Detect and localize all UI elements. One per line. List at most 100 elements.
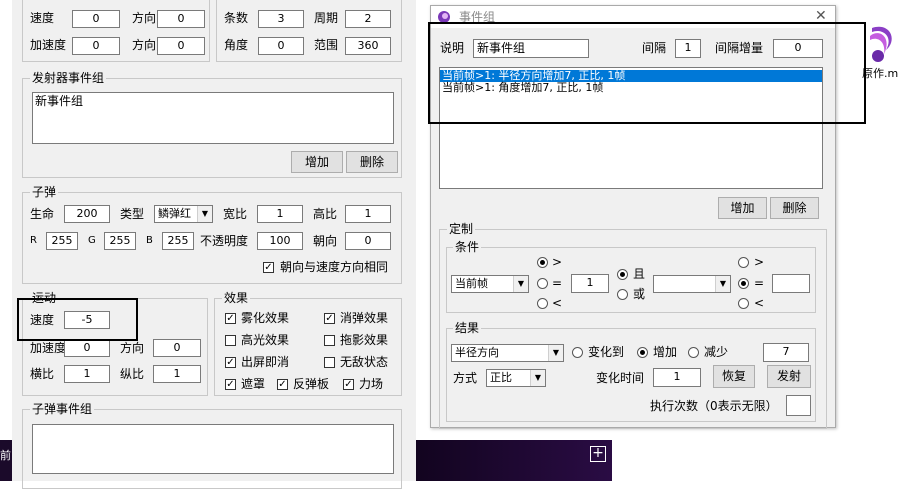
period-label: 周期 xyxy=(314,11,339,25)
g-field[interactable]: 255 xyxy=(104,232,136,250)
emitter-delete-button[interactable]: 删除 xyxy=(346,151,398,173)
fog-checkbox[interactable]: ✓ xyxy=(225,313,236,324)
bullet-properties-panel: 速度 0 方向 0 加速度 0 方向 0 条数 3 周期 2 角度 0 范围 3… xyxy=(12,0,416,489)
range-field[interactable]: 360 xyxy=(345,37,391,55)
condition-var-select[interactable]: 当前帧 ▼ xyxy=(451,275,529,293)
r-field[interactable]: 255 xyxy=(46,232,78,250)
type-select-value: 鳞弹红 xyxy=(158,207,191,220)
scale-y-label: 纵比 xyxy=(120,367,145,381)
type-label: 类型 xyxy=(120,207,145,221)
emitter-events-list[interactable]: 新事件组 xyxy=(32,92,394,144)
op2-eq-label: = xyxy=(754,276,765,290)
life-field[interactable]: 200 xyxy=(64,205,110,223)
rebound-checkbox[interactable]: ✓ xyxy=(277,379,288,390)
mask-label: 遮罩 xyxy=(241,377,266,391)
mode-value: 正比 xyxy=(490,371,512,384)
accel-label: 加速度 xyxy=(30,341,67,355)
scale-x-label: 横比 xyxy=(30,367,55,381)
period-field[interactable]: 2 xyxy=(345,10,391,28)
b-label: B xyxy=(146,235,153,246)
width-ratio-field[interactable]: 1 xyxy=(257,205,303,223)
result-value-field[interactable]: 7 xyxy=(763,343,809,362)
invincible-checkbox[interactable] xyxy=(324,357,335,368)
accel-dir-field[interactable]: 0 xyxy=(153,339,201,357)
exec-count-label: 执行次数（0表示无限） xyxy=(650,399,778,413)
op2-eq-radio[interactable] xyxy=(738,278,749,289)
increase-label: 增加 xyxy=(653,345,678,359)
event-list-highlight-box xyxy=(428,22,866,124)
count-field[interactable]: 3 xyxy=(258,10,304,28)
decrease-radio[interactable] xyxy=(688,347,699,358)
scale-y-field[interactable]: 1 xyxy=(153,365,201,383)
top-accel-label: 加速度 xyxy=(30,38,67,52)
g-label: G xyxy=(88,235,96,246)
top-accel-dir-field[interactable]: 0 xyxy=(157,37,205,55)
chevron-down-icon[interactable]: ▼ xyxy=(548,345,563,361)
event-delete-button[interactable]: 删除 xyxy=(770,197,819,219)
offscreen-label: 出屏即消 xyxy=(241,355,290,369)
change-to-radio[interactable] xyxy=(572,347,583,358)
logo-caption: 原作.m xyxy=(862,67,898,80)
mode-select[interactable]: 正比 ▼ xyxy=(486,369,546,387)
mask-checkbox[interactable]: ✓ xyxy=(225,379,236,390)
condition-title: 条件 xyxy=(453,240,482,254)
op2-lt-radio[interactable] xyxy=(738,298,749,309)
game-canvas-bottom xyxy=(416,440,612,481)
logo-icon xyxy=(864,22,898,64)
decrease-label: 减少 xyxy=(704,345,729,359)
increase-radio[interactable] xyxy=(637,347,648,358)
event-add-button[interactable]: 增加 xyxy=(718,197,767,219)
condition-var2-select[interactable]: ▼ xyxy=(653,275,731,293)
condition-value-field[interactable]: 1 xyxy=(571,274,609,293)
chevron-down-icon[interactable]: ▼ xyxy=(197,206,212,222)
trail-checkbox[interactable] xyxy=(324,335,335,346)
chevron-down-icon[interactable]: ▼ xyxy=(513,276,528,292)
angle-field[interactable]: 0 xyxy=(258,37,304,55)
or-radio[interactable] xyxy=(617,289,628,300)
op2-lt-label: < xyxy=(754,296,765,310)
highlight-label: 高光效果 xyxy=(241,333,290,347)
b-field[interactable]: 255 xyxy=(162,232,194,250)
fire-button[interactable]: 发射 xyxy=(767,365,811,388)
type-select[interactable]: 鳞弹红 ▼ xyxy=(154,205,213,223)
force-checkbox[interactable]: ✓ xyxy=(343,379,354,390)
condition-value2-field[interactable] xyxy=(772,274,810,293)
facing-field[interactable]: 0 xyxy=(345,232,391,250)
vanish-checkbox[interactable]: ✓ xyxy=(324,313,335,324)
facing-checkbox[interactable]: ✓ xyxy=(263,262,274,273)
chevron-down-icon[interactable]: ▼ xyxy=(715,276,730,292)
op-lt-radio[interactable] xyxy=(537,298,548,309)
result-var-value: 半径方向 xyxy=(455,346,499,359)
exec-count-field[interactable] xyxy=(786,395,811,416)
angle-label: 角度 xyxy=(224,38,249,52)
life-label: 生命 xyxy=(30,207,55,221)
accel-field[interactable]: 0 xyxy=(64,339,110,357)
bullet-events-list[interactable] xyxy=(32,424,394,474)
accel-dir-label: 方向 xyxy=(120,341,145,355)
highlight-checkbox[interactable] xyxy=(225,335,236,346)
and-radio[interactable] xyxy=(617,269,628,280)
or-label: 或 xyxy=(633,287,646,301)
op2-gt-radio[interactable] xyxy=(738,257,749,268)
height-ratio-field[interactable]: 1 xyxy=(345,205,391,223)
op-eq-radio[interactable] xyxy=(537,278,548,289)
range-label: 范围 xyxy=(314,38,339,52)
scale-x-field[interactable]: 1 xyxy=(64,365,110,383)
chevron-down-icon[interactable]: ▼ xyxy=(530,370,545,386)
result-var-select[interactable]: 半径方向 ▼ xyxy=(451,344,564,362)
r-label: R xyxy=(30,235,37,246)
offscreen-checkbox[interactable]: ✓ xyxy=(225,357,236,368)
effects-title: 效果 xyxy=(222,291,251,305)
top-speed-field[interactable]: 0 xyxy=(72,10,120,28)
and-label: 且 xyxy=(633,267,646,281)
plus-icon[interactable]: + xyxy=(590,446,606,462)
op-gt-radio[interactable] xyxy=(537,257,548,268)
opacity-field[interactable]: 100 xyxy=(257,232,303,250)
change-time-field[interactable]: 1 xyxy=(653,368,701,387)
emitter-event-item[interactable]: 新事件组 xyxy=(33,93,393,109)
emitter-add-button[interactable]: 增加 xyxy=(291,151,343,173)
top-accel-field[interactable]: 0 xyxy=(72,37,120,55)
op2-gt-label: > xyxy=(754,255,765,269)
top-direction-field[interactable]: 0 xyxy=(157,10,205,28)
restore-button[interactable]: 恢复 xyxy=(713,365,755,388)
